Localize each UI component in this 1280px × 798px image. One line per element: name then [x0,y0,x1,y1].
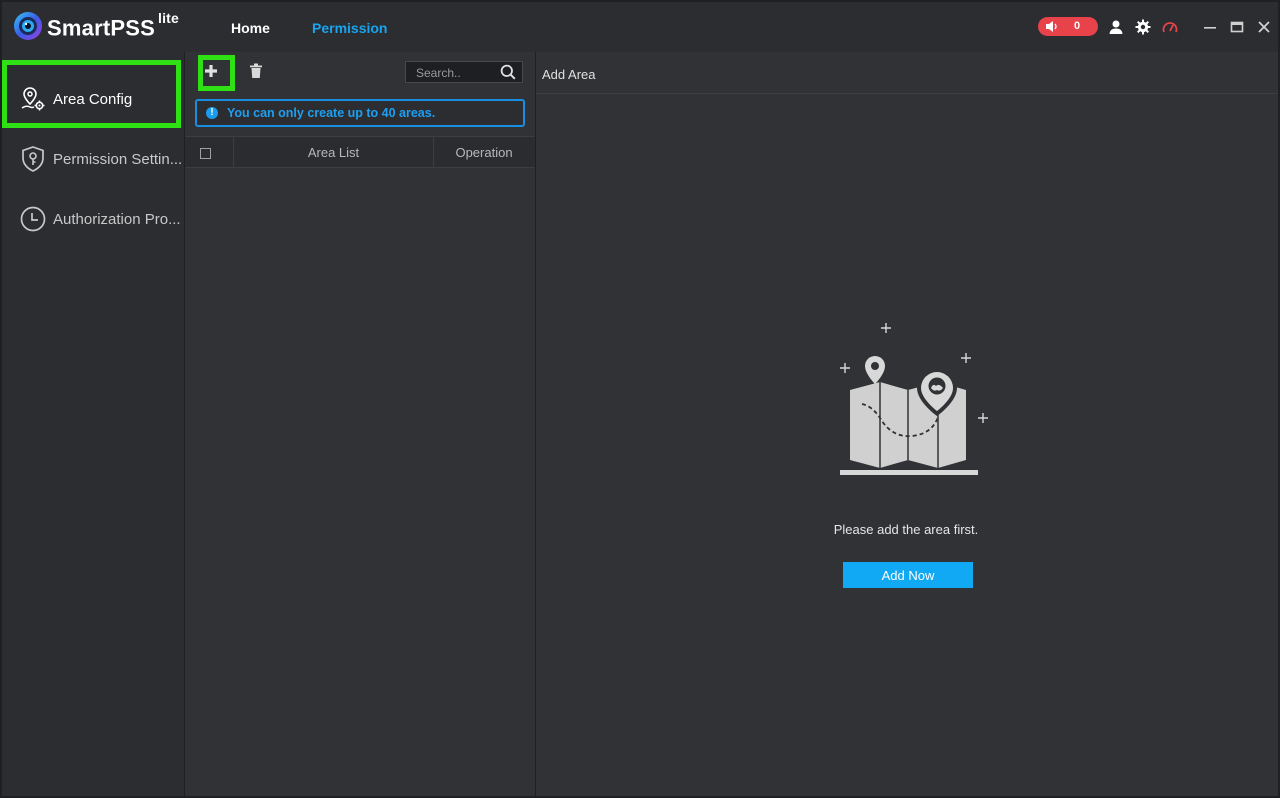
sidebar: Area Config Permission Settin... Authori… [2,52,185,796]
column-header-area-list: Area List [307,145,360,160]
sidebar-item-permission-settings[interactable]: Permission Settin... [2,129,184,189]
minimize-icon[interactable] [1202,19,1218,35]
alarm-count: 0 [1074,20,1081,32]
highlight-box-area-config [2,60,181,128]
gear-icon[interactable] [1135,19,1151,35]
column-header-operation: Operation [455,145,513,160]
smartpss-logo-icon [14,12,42,40]
close-icon[interactable] [1256,19,1272,35]
list-toolbar [185,52,535,94]
panel-header: Add Area [536,52,1278,94]
add-area-panel: Add Area Please add the area first. Add … [536,52,1278,796]
title-bar: SmartPSS lite Home Permission 0 [2,2,1278,52]
alarm-button[interactable]: 0 [1038,17,1098,36]
highlight-box-add-button [198,55,235,91]
area-limit-notice: ! You can only create up to 40 areas. [195,99,525,127]
sidebar-item-authorization[interactable]: Authorization Pro... [2,189,184,249]
notice-text: You can only create up to 40 areas. [227,106,436,120]
clock-icon [20,206,46,232]
info-icon: ! [206,107,218,119]
speaker-icon [1046,21,1057,32]
area-list-panel: ! You can only create up to 40 areas. Ar… [185,52,536,796]
search-input[interactable] [414,64,498,82]
search-icon[interactable] [500,64,516,80]
add-now-button[interactable]: Add Now [843,562,973,588]
search-box[interactable] [405,61,523,83]
performance-gauge-icon[interactable] [1162,19,1178,35]
nav-home[interactable]: Home [231,20,270,36]
empty-map-illustration-icon [840,323,988,475]
empty-message: Please add the area first. [833,522,979,537]
app-edition: lite [157,10,180,26]
area-table-header: Area List Operation [185,136,535,168]
user-icon[interactable] [1108,19,1124,35]
select-all-checkbox[interactable] [200,148,211,159]
maximize-icon[interactable] [1229,19,1245,35]
shield-key-icon [22,146,44,172]
sidebar-item-label: Authorization Pro... [53,211,181,228]
trash-icon[interactable] [249,63,263,79]
panel-title: Add Area [542,67,596,82]
sidebar-item-label: Permission Settin... [53,151,183,168]
app-window: SmartPSS lite Home Permission 0 Area Con… [2,2,1278,796]
nav-permission[interactable]: Permission [312,20,387,36]
app-name: SmartPSS lite [47,10,180,41]
